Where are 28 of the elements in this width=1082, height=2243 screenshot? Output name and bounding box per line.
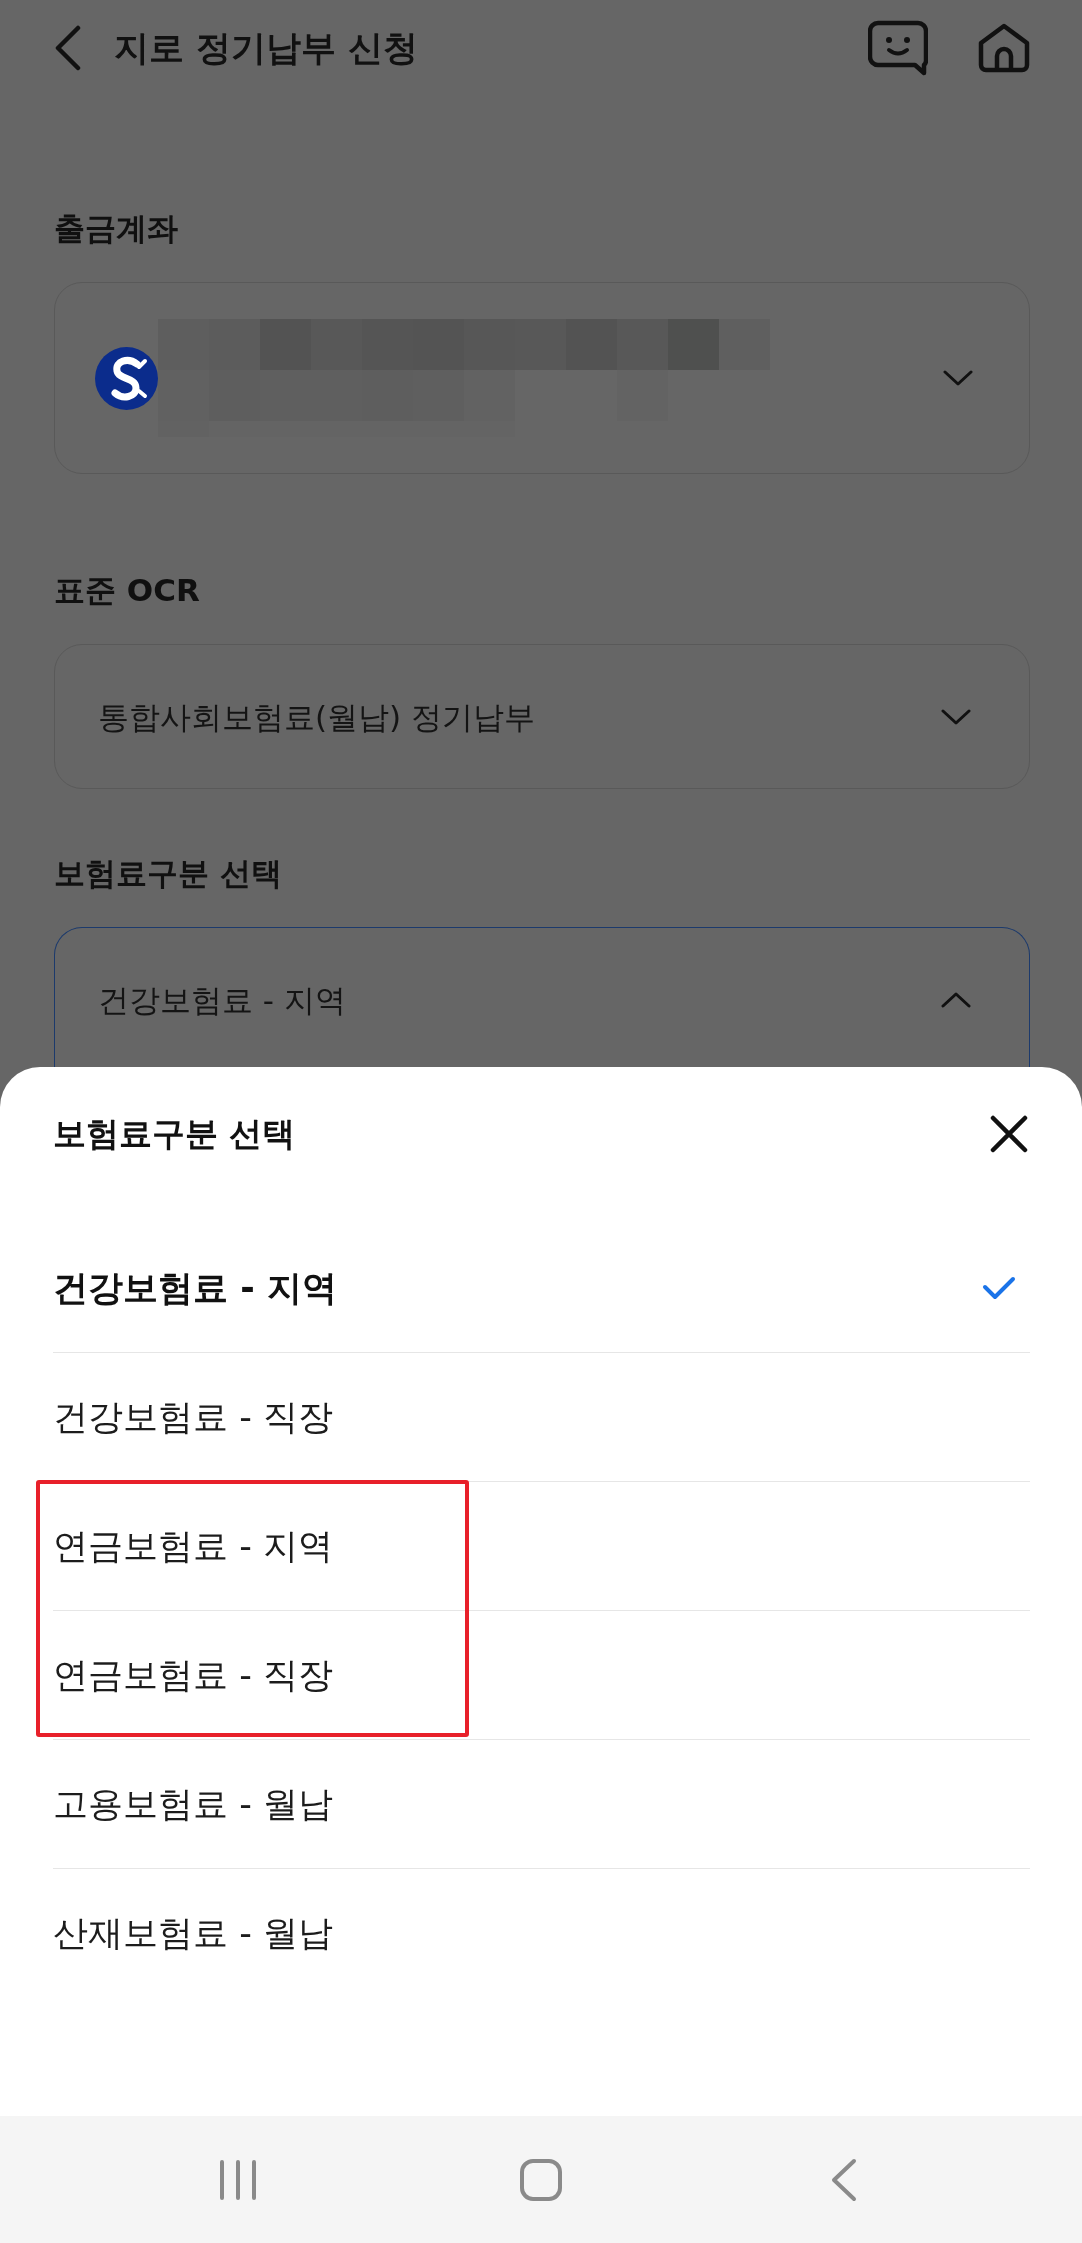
- option-item[interactable]: 연금보험료 - 지역: [53, 1481, 1030, 1610]
- back-button[interactable]: [53, 24, 81, 72]
- field-label: 표준 OCR: [54, 572, 201, 608]
- back-chevron-icon: [831, 2157, 857, 2202]
- close-icon: [990, 1115, 1028, 1153]
- option-item[interactable]: 고용보험료 - 월납: [53, 1739, 1030, 1868]
- page-title: 지로 정기납부 신청: [114, 27, 419, 70]
- option-item[interactable]: 건강보험료 - 직장: [53, 1352, 1030, 1481]
- chevron-down-icon: [943, 370, 973, 386]
- account-select-field[interactable]: [54, 282, 1030, 474]
- field-label: 출금계좌: [54, 210, 179, 246]
- chevron-up-icon: [941, 991, 971, 1008]
- recent-apps-icon: [219, 2158, 257, 2201]
- rounded-square-icon: [520, 2158, 562, 2201]
- back-chevron-icon: [53, 25, 81, 71]
- option-item[interactable]: 건강보험료 - 지역: [53, 1223, 1030, 1352]
- sheet-title: 보험료구분 선택: [53, 1114, 296, 1154]
- option-item[interactable]: 연금보험료 - 직장: [53, 1610, 1030, 1739]
- check-icon: [982, 1275, 1016, 1300]
- bank-logo-icon: [95, 346, 158, 410]
- field-label: 보험료구분 선택: [54, 855, 283, 891]
- option-item[interactable]: 산재보험료 - 월납: [53, 1868, 1030, 1997]
- close-button[interactable]: [990, 1115, 1028, 1153]
- home-button[interactable]: [977, 23, 1031, 73]
- chevron-down-icon: [941, 708, 971, 725]
- smiling-chat-bubble-icon: [868, 20, 928, 76]
- home-icon: [977, 23, 1031, 73]
- chatbot-button[interactable]: [868, 20, 928, 76]
